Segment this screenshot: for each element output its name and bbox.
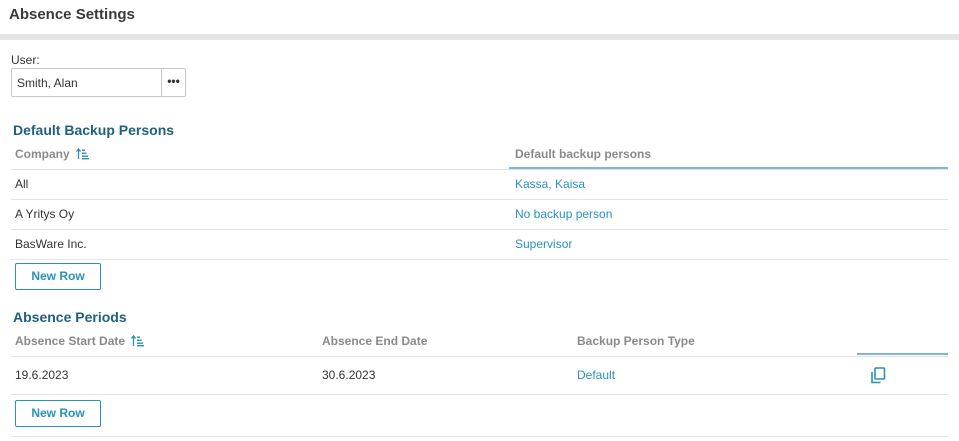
user-browse-button[interactable]: •••	[161, 69, 185, 96]
user-selector: •••	[11, 68, 186, 97]
backup-section-title: Default Backup Persons	[13, 122, 175, 138]
backup-row-person-link[interactable]: Supervisor	[515, 237, 572, 251]
backup-row-company: A Yritys Oy	[15, 207, 75, 221]
row-divider	[11, 199, 948, 200]
backup-row-company: BasWare Inc.	[15, 237, 87, 251]
user-input[interactable]	[12, 69, 162, 96]
row-divider	[11, 229, 948, 230]
periods-new-row-button[interactable]: New Row	[15, 400, 101, 427]
row-divider	[11, 259, 948, 260]
row-divider	[11, 394, 948, 395]
column-header-company[interactable]: Company	[15, 147, 90, 163]
column-active-indicator	[857, 353, 948, 355]
backup-row-company: All	[15, 177, 29, 191]
page-title: Absence Settings	[9, 6, 135, 23]
user-label: User:	[11, 53, 40, 67]
backup-new-row-button[interactable]: New Row	[15, 263, 101, 290]
header-divider	[0, 34, 959, 40]
periods-section-title: Absence Periods	[13, 309, 127, 325]
backup-row-person-link[interactable]: No backup person	[515, 207, 612, 221]
period-start-date: 19.6.2023	[15, 368, 69, 382]
column-header-end-date[interactable]: Absence End Date	[322, 334, 427, 348]
backup-row-person-link[interactable]: Kassa, Kaisa	[515, 177, 585, 191]
column-header-start-date[interactable]: Absence Start Date	[15, 334, 145, 350]
header-divider-line	[11, 169, 948, 170]
period-end-date: 30.6.2023	[322, 368, 376, 382]
column-header-backup-persons[interactable]: Default backup persons	[515, 147, 651, 161]
header-divider-line	[11, 356, 948, 357]
column-header-company-label: Company	[15, 147, 70, 161]
section-bottom-divider	[11, 436, 948, 437]
period-backup-type-link[interactable]: Default	[577, 368, 615, 382]
copy-icon[interactable]	[870, 367, 886, 387]
column-header-backup-type[interactable]: Backup Person Type	[577, 334, 695, 348]
sort-ascending-icon[interactable]	[76, 147, 90, 163]
sort-ascending-icon[interactable]	[131, 334, 145, 350]
column-header-start-date-label: Absence Start Date	[15, 334, 126, 348]
